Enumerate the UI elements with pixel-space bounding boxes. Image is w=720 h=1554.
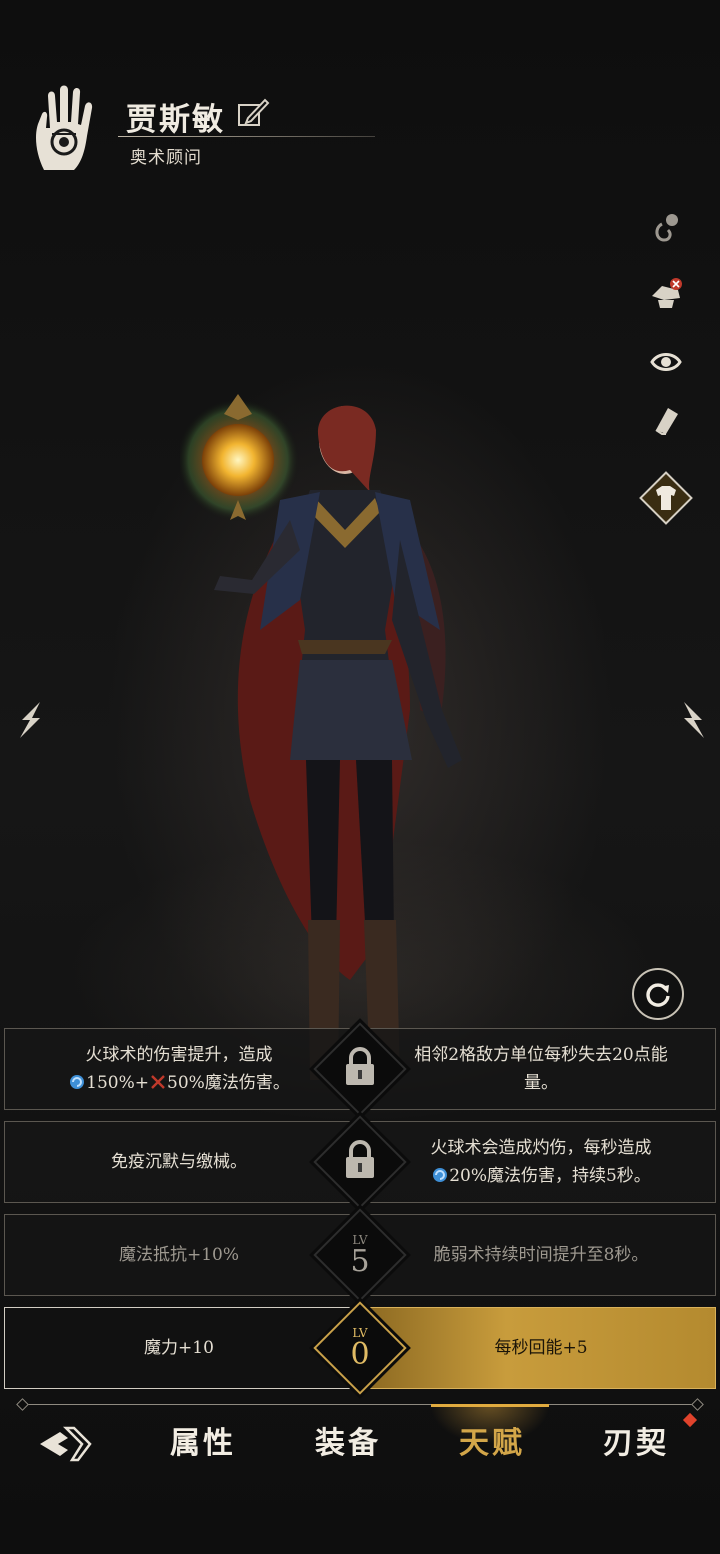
character-model bbox=[180, 394, 462, 1080]
talent-text-2: 量。 bbox=[523, 1073, 558, 1093]
eye-icon bbox=[650, 353, 682, 371]
magic-power-icon bbox=[70, 1075, 85, 1089]
talent-text: 火球术的伤害提升，造成 bbox=[85, 1045, 273, 1065]
tab-talent[interactable]: 天赋 bbox=[459, 1418, 525, 1462]
locked-node[interactable] bbox=[343, 1047, 377, 1091]
talent-option-4-left[interactable]: 魔力+10 bbox=[4, 1307, 354, 1389]
level-node[interactable]: LV 5 bbox=[350, 1233, 369, 1277]
talent-option-2-left[interactable]: 免疫沉默与缴械。 bbox=[4, 1121, 354, 1203]
talent-text: 魔法抵抗+10% bbox=[118, 1245, 240, 1265]
lock-icon bbox=[346, 1047, 374, 1085]
tab-blade-pact[interactable]: 刃契 bbox=[603, 1418, 669, 1462]
physical-power-icon bbox=[151, 1075, 165, 1089]
hook-icon bbox=[655, 214, 678, 242]
talent-row-4: 魔力+10 每秒回能+5 LV 0 bbox=[4, 1301, 716, 1395]
lock-icon bbox=[346, 1140, 374, 1178]
talent-option-3-right[interactable]: 脆弱术持续时间提升至8秒。 bbox=[366, 1214, 716, 1296]
talent-text-a: 150%+ bbox=[86, 1073, 150, 1093]
reset-talent-button[interactable] bbox=[632, 968, 684, 1020]
talent-option-2-right[interactable]: 火球术会造成灼伤，每秒造成 20%魔法伤害，持续5秒。 bbox=[366, 1121, 716, 1203]
locked-node[interactable] bbox=[343, 1140, 377, 1184]
active-tab-indicator bbox=[431, 1404, 549, 1407]
prev-character-arrow-icon[interactable] bbox=[16, 700, 46, 740]
talent-option-1-right[interactable]: 相邻2格敌方单位每秒失去20点能 量。 bbox=[366, 1028, 716, 1110]
refresh-icon bbox=[646, 983, 670, 1007]
character-name: 贾斯敏 bbox=[126, 102, 225, 138]
outfit-icon bbox=[639, 471, 693, 525]
magic-power-icon bbox=[433, 1168, 448, 1182]
talent-text: 火球术会造成灼伤，每秒造成 bbox=[430, 1138, 652, 1158]
level-value: 5 bbox=[350, 1244, 370, 1279]
talent-text: 每秒回能+5 bbox=[494, 1338, 588, 1358]
tool-hide-helmet[interactable] bbox=[644, 272, 688, 316]
talent-option-1-left[interactable]: 火球术的伤害提升，造成 150%+ 50%魔法伤害。 bbox=[4, 1028, 354, 1110]
talent-text: 脆弱术持续时间提升至8秒。 bbox=[433, 1245, 649, 1265]
tool-view[interactable] bbox=[644, 340, 688, 384]
name-underline bbox=[118, 136, 375, 137]
talent-row-1: 火球术的伤害提升，造成 150%+ 50%魔法伤害。 相邻2格敌方单位每秒失去20… bbox=[4, 1022, 716, 1116]
talent-text: 相邻2格敌方单位每秒失去20点能 bbox=[414, 1045, 668, 1065]
level-value: 0 bbox=[350, 1337, 370, 1372]
hide-helmet-icon bbox=[652, 278, 682, 308]
talent-row-2: 免疫沉默与缴械。 火球术会造成灼伤，每秒造成 20%魔法伤害，持续5秒。 bbox=[4, 1115, 716, 1209]
character-title: 奥术顾问 bbox=[130, 148, 202, 168]
tab-attributes[interactable]: 属性 bbox=[170, 1418, 236, 1462]
back-icon[interactable] bbox=[38, 1424, 92, 1464]
talent-option-4-right[interactable]: 每秒回能+5 bbox=[366, 1307, 716, 1389]
bottom-nav-divider bbox=[20, 1404, 700, 1405]
talent-row-3: 魔法抵抗+10% 脆弱术持续时间提升至8秒。 LV 5 bbox=[4, 1208, 716, 1302]
next-character-arrow-icon[interactable] bbox=[678, 700, 708, 740]
edit-name-icon[interactable] bbox=[236, 96, 270, 130]
tab-equipment[interactable]: 装备 bbox=[315, 1418, 381, 1462]
tool-hook[interactable] bbox=[644, 206, 688, 250]
tool-outfit[interactable] bbox=[634, 466, 698, 530]
arcane-hand-emblem-icon bbox=[36, 85, 93, 170]
talent-text: 免疫沉默与缴械。 bbox=[111, 1152, 247, 1172]
talent-text-2: 20%魔法伤害，持续5秒。 bbox=[449, 1166, 651, 1186]
talent-text: 魔力+10 bbox=[144, 1338, 214, 1358]
talent-text-b: 50%魔法伤害。 bbox=[167, 1073, 290, 1093]
tool-book[interactable] bbox=[644, 398, 688, 442]
book-icon bbox=[655, 408, 678, 435]
level-node[interactable]: LV 0 bbox=[350, 1326, 369, 1370]
talent-option-3-left[interactable]: 魔法抵抗+10% bbox=[4, 1214, 354, 1296]
